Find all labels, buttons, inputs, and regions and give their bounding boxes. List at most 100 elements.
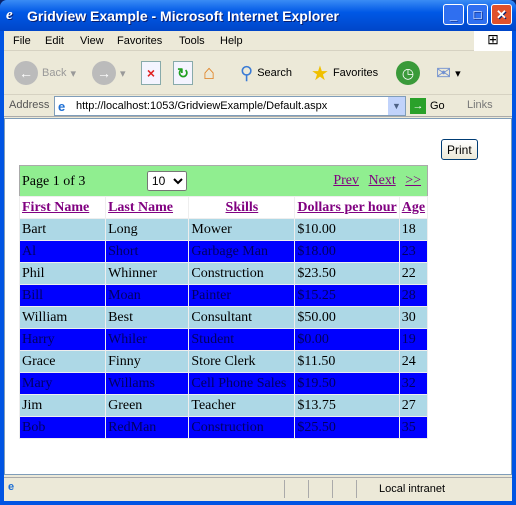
table-row: Jim Green Teacher $13.75 27 [18,394,429,417]
links-button[interactable]: Links [467,99,493,111]
table-row: Bart Long Mower $10.00 18 [18,218,429,241]
stop-icon: × [141,61,161,85]
table-row: Grace Finny Store Clerk $11.50 24 [18,350,429,373]
status-bar: e Local intranet [4,477,512,499]
close-button[interactable]: ✕ [491,4,512,25]
header-row: First Name Last Name Skills Dollars per … [18,196,429,219]
table-cell: Finny [105,350,190,373]
menu-file[interactable]: File [13,35,31,47]
star-icon: ★ [311,62,329,85]
table-cell: Construction [188,262,296,285]
browser-window: e Gridview Example - Microsoft Internet … [0,0,516,505]
window-title: Gridview Example - Microsoft Internet Ex… [27,8,339,24]
table-cell: Student [188,328,296,351]
table-cell: Jim [18,394,107,417]
page-size-select[interactable]: 10 [146,171,187,191]
table-cell: Construction [188,416,296,439]
table-cell: $15.25 [294,284,400,307]
table-cell: Al [18,240,107,263]
go-button[interactable]: → Go [410,98,445,114]
forward-button[interactable]: → ▾ [92,58,126,88]
address-bar: Address e http://localhost:1053/Gridview… [4,95,512,117]
search-icon: ⚲ [240,62,254,83]
last-link[interactable]: >> [405,173,421,188]
table-cell: Whiler [105,328,190,351]
history-button[interactable]: ◷ [396,58,420,88]
back-button[interactable]: ← Back ▾ [14,58,76,88]
table-cell: Phil [18,262,107,285]
menu-favorites[interactable]: Favorites [117,35,162,47]
page-icon: e [58,99,66,114]
maximize-button[interactable]: □ [467,4,488,25]
stop-button[interactable]: × [141,58,161,88]
address-input[interactable]: e http://localhost:1053/GridviewExample/… [54,96,406,116]
table-cell: Grace [18,350,107,373]
table-row: William Best Consultant $50.00 30 [18,306,429,329]
table-cell: $25.50 [294,416,400,439]
address-dropdown[interactable]: ▼ [388,97,405,115]
page-info: Page 1 of 3 [22,174,86,189]
minimize-button[interactable]: _ [443,4,464,25]
table-cell: RedMan [105,416,190,439]
page-content: Print Page 1 of 3 10 Prev Next >> First … [4,118,512,475]
windows-logo-icon: ⊞ [474,31,512,51]
table-row: Bill Moan Painter $15.25 28 [18,284,429,307]
table-cell: Consultant [188,306,296,329]
home-button[interactable]: ⌂ [203,58,215,88]
next-link[interactable]: Next [369,173,396,188]
menu-edit[interactable]: Edit [45,35,64,47]
table-cell: Bob [18,416,107,439]
table-cell: Best [105,306,190,329]
table-cell: 28 [398,284,429,307]
table-cell: 32 [398,372,429,395]
refresh-button[interactable]: ↻ [173,58,193,88]
table-cell: 27 [398,394,429,417]
table-cell: $10.00 [294,218,400,241]
sort-age[interactable]: Age [398,196,429,219]
table-cell: 19 [398,328,429,351]
pager-row: Page 1 of 3 10 Prev Next >> [19,165,428,197]
table-cell: William [18,306,107,329]
address-label: Address [9,99,50,111]
zone-label: Local intranet [379,483,446,495]
mail-icon: ✉ [436,62,452,83]
table-cell: $13.75 [294,394,400,417]
table-cell: 24 [398,350,429,373]
table-cell: $11.50 [294,350,400,373]
sort-last-name[interactable]: Last Name [105,196,190,219]
table-cell: Teacher [188,394,296,417]
history-icon: ◷ [396,61,420,85]
table-cell: Cell Phone Sales [188,372,296,395]
favorites-button[interactable]: ★ Favorites [311,58,378,88]
search-button[interactable]: ⚲ Search [240,58,292,88]
go-arrow-icon: → [410,98,426,114]
toolbar: ← Back ▾ → ▾ × ↻ ⌂ ⚲ Search ★ Favorites ◷ ✉… [4,52,512,95]
table-cell: 35 [398,416,429,439]
gridview: Page 1 of 3 10 Prev Next >> First Name L… [18,165,429,439]
forward-arrow-icon: → [92,61,116,85]
menu-bar: File Edit View Favorites Tools Help ⊞ [4,31,512,51]
table-cell: $18.00 [294,240,400,263]
table-cell: Short [105,240,190,263]
table-cell: $50.00 [294,306,400,329]
table-cell: Painter [188,284,296,307]
prev-link[interactable]: Prev [333,173,359,188]
menu-help[interactable]: Help [220,35,243,47]
home-icon: ⌂ [203,61,216,84]
ie-icon: e [6,7,13,23]
sort-skills[interactable]: Skills [188,196,296,219]
mail-button[interactable]: ✉ ▾ [436,58,461,88]
table-cell: Green [105,394,190,417]
sort-first-name[interactable]: First Name [18,196,107,219]
menu-tools[interactable]: Tools [179,35,205,47]
table-cell: Long [105,218,190,241]
table-row: Al Short Garbage Man $18.00 23 [18,240,429,263]
table-cell: Bill [18,284,107,307]
title-bar: e Gridview Example - Microsoft Internet … [0,0,516,31]
menu-view[interactable]: View [80,35,104,47]
table-row: Harry Whiler Student $0.00 19 [18,328,429,351]
print-button[interactable]: Print [441,139,478,160]
table-cell: 23 [398,240,429,263]
table-cell: $19.50 [294,372,400,395]
sort-dollars[interactable]: Dollars per hour [294,196,400,219]
